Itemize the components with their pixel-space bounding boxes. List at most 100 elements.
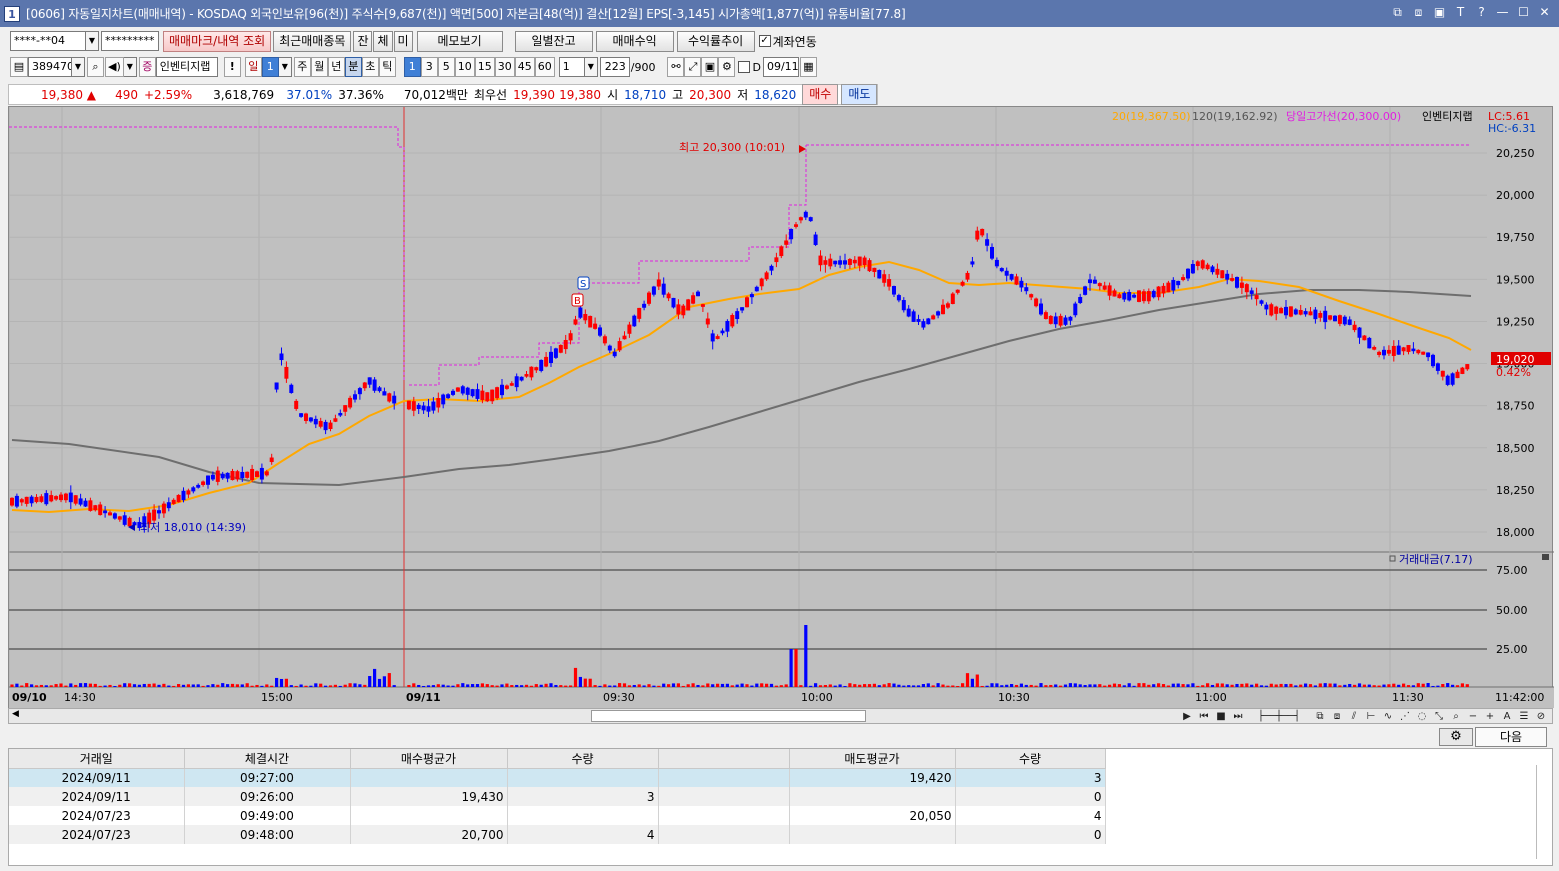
code-dropdown-icon[interactable]: ▼ (72, 57, 85, 77)
period-week[interactable]: 주 (293, 57, 311, 77)
tool-icon-4[interactable]: ⊢ (1364, 711, 1378, 722)
minute-15[interactable]: 15 (474, 57, 495, 77)
text-tool-icon[interactable]: A (1500, 711, 1514, 722)
unfilled-button[interactable]: 미 (393, 30, 413, 52)
col-sell-qty[interactable]: 수량 (955, 749, 1106, 769)
sell-button[interactable]: 매도 (841, 84, 878, 105)
alert-icon[interactable]: ! (223, 57, 241, 77)
indicator-icon[interactable]: ⚯ (667, 57, 685, 77)
executed-button[interactable]: 체 (373, 30, 393, 52)
day-dropdown-icon[interactable]: ▼ (278, 57, 292, 77)
magnify-icon[interactable]: ⌕ (1449, 711, 1463, 722)
tool-icon-6[interactable]: ⋰ (1398, 711, 1412, 722)
help-icon[interactable]: ? (1473, 4, 1490, 21)
zoom-slider[interactable]: ├──┼──┤ (1248, 711, 1310, 722)
password-input[interactable]: ********* (101, 31, 159, 51)
trade-profit-button[interactable]: 매매수익 (595, 30, 674, 52)
pin-icon[interactable]: ▣ (1431, 4, 1448, 21)
table-row[interactable]: 2024/07/23 09:49:00 20,050 4 (9, 806, 1106, 825)
period-day[interactable]: 일 (244, 57, 262, 77)
period-minute[interactable]: 분 (344, 57, 362, 77)
account-input[interactable]: ****-**04 (10, 31, 86, 51)
search-icon[interactable]: ⌕ (87, 57, 104, 77)
tool-icon-3[interactable]: ⫽ (1347, 711, 1361, 722)
table-row[interactable]: 2024/09/11 09:26:00 19,430 3 0 (9, 787, 1106, 806)
minimize-button[interactable]: — (1494, 4, 1511, 21)
table-settings-button[interactable]: ⚙ (1439, 728, 1473, 746)
minute-45[interactable]: 45 (514, 57, 535, 77)
period-month[interactable]: 월 (310, 57, 328, 77)
col-trade-date[interactable]: 거래일 (9, 749, 185, 769)
recent-trades-button[interactable]: 최근매매종목 (273, 30, 352, 52)
buy-button[interactable]: 매수 (802, 84, 839, 105)
font-icon[interactable]: T (1452, 4, 1469, 21)
period-second[interactable]: 초 (361, 57, 379, 77)
unit-input[interactable]: 1 (558, 57, 585, 77)
next-button[interactable]: 다음 (1475, 727, 1547, 747)
price-chart[interactable]: 20,25020,00019,75019,50019,25019,00018,7… (8, 106, 1554, 709)
tool-icon-8[interactable]: ⤡ (1432, 711, 1446, 722)
tool-icon-1[interactable]: ⧉ (1313, 711, 1327, 722)
scroll-left-icon[interactable]: ◀ (12, 709, 19, 719)
return-trend-button[interactable]: 수익률추이 (676, 30, 755, 52)
tool-icon-2[interactable]: ⧈ (1330, 711, 1344, 722)
daily-balance-button[interactable]: 일별잔고 (514, 30, 593, 52)
layout-icon[interactable]: ▤ (10, 57, 28, 77)
volume-bar (83, 683, 88, 687)
unit-dropdown-icon[interactable]: ▼ (584, 57, 598, 77)
options-icon[interactable]: ⊘ (1534, 711, 1548, 722)
zoom-out-icon[interactable]: − (1466, 711, 1480, 722)
tile-icon[interactable]: ⧉ (1389, 4, 1406, 21)
minute-5[interactable]: 5 (437, 57, 455, 77)
calendar-icon[interactable]: ▦ (799, 57, 817, 77)
minute-3[interactable]: 3 (420, 57, 438, 77)
balance-button[interactable]: 잔 (353, 30, 373, 52)
table-row[interactable]: 2024/07/23 09:48:00 20,700 4 0 (9, 825, 1106, 844)
stock-code-input[interactable]: 389470 (28, 57, 72, 77)
tool-icon-7[interactable]: ◌ (1415, 711, 1429, 722)
forward-icon[interactable]: ⏭ (1231, 711, 1245, 722)
speaker-dropdown-icon[interactable]: ▼ (123, 57, 137, 77)
chart-scrollbar[interactable]: ◀ ▶ ⏮ ■ ⏭ ├──┼──┤ ⧉ ⧈ ⫽ ⊢ ∿ ⋰ ◌ ⤡ ⌕ − + … (8, 708, 1553, 724)
zoom-in-icon[interactable]: + (1483, 711, 1497, 722)
candle-body (671, 297, 676, 308)
memo-button[interactable]: 메모보기 (416, 30, 503, 52)
trade-history-table: 거래일 체결시간 매수평균가 수량 매도평균가 수량 2024/09/11 09… (8, 748, 1553, 866)
col-buy-avg[interactable]: 매수평균가 (350, 749, 508, 769)
day-value[interactable]: 1 (261, 57, 279, 77)
cascade-icon[interactable]: ⧈ (1410, 4, 1427, 21)
table-scrollbar[interactable] (1536, 765, 1548, 859)
scroll-thumb[interactable] (591, 710, 866, 722)
d-checkbox[interactable] (738, 61, 751, 73)
count-input[interactable]: 223 (599, 57, 630, 77)
rewind-icon[interactable]: ⏮ (1197, 711, 1211, 722)
col-exec-time[interactable]: 체결시간 (184, 749, 351, 769)
list-icon[interactable]: ☰ (1517, 711, 1531, 722)
date-input[interactable]: 09/11 (762, 57, 799, 77)
chart-canvas[interactable]: 20,25020,00019,75019,50019,25019,00018,7… (8, 107, 1554, 709)
trade-mark-button[interactable]: 매매마크/내역 조회 (163, 30, 272, 52)
candle-body (1435, 363, 1440, 371)
tool-icon-5[interactable]: ∿ (1381, 711, 1395, 722)
scroll-right-icon[interactable]: ▶ (1180, 711, 1194, 722)
col-buy-qty[interactable]: 수량 (507, 749, 659, 769)
maximize-button[interactable]: ☐ (1515, 4, 1532, 21)
minute-60[interactable]: 60 (534, 57, 555, 77)
settings-icon[interactable]: ⚙ (718, 57, 736, 77)
minute-30[interactable]: 30 (494, 57, 515, 77)
draw-tool-icon[interactable]: ⤢ (684, 57, 702, 77)
close-button[interactable]: ✕ (1536, 4, 1553, 21)
minute-1[interactable]: 1 (403, 57, 421, 77)
volume-bar (1308, 684, 1313, 687)
account-link-checkbox[interactable]: ✓ (758, 35, 771, 47)
period-tick[interactable]: 틱 (378, 57, 396, 77)
account-dropdown-icon[interactable]: ▼ (86, 31, 99, 51)
stop-icon[interactable]: ■ (1214, 711, 1228, 722)
speaker-icon[interactable]: ◀) (105, 57, 124, 77)
stock-name[interactable]: 인벤티지랩 (155, 57, 218, 77)
col-sell-avg[interactable]: 매도평균가 (789, 749, 956, 769)
period-year[interactable]: 년 (327, 57, 345, 77)
table-row[interactable]: 2024/09/11 09:27:00 19,420 3 (9, 768, 1106, 787)
save-icon[interactable]: ▣ (701, 57, 719, 77)
minute-10[interactable]: 10 (454, 57, 475, 77)
